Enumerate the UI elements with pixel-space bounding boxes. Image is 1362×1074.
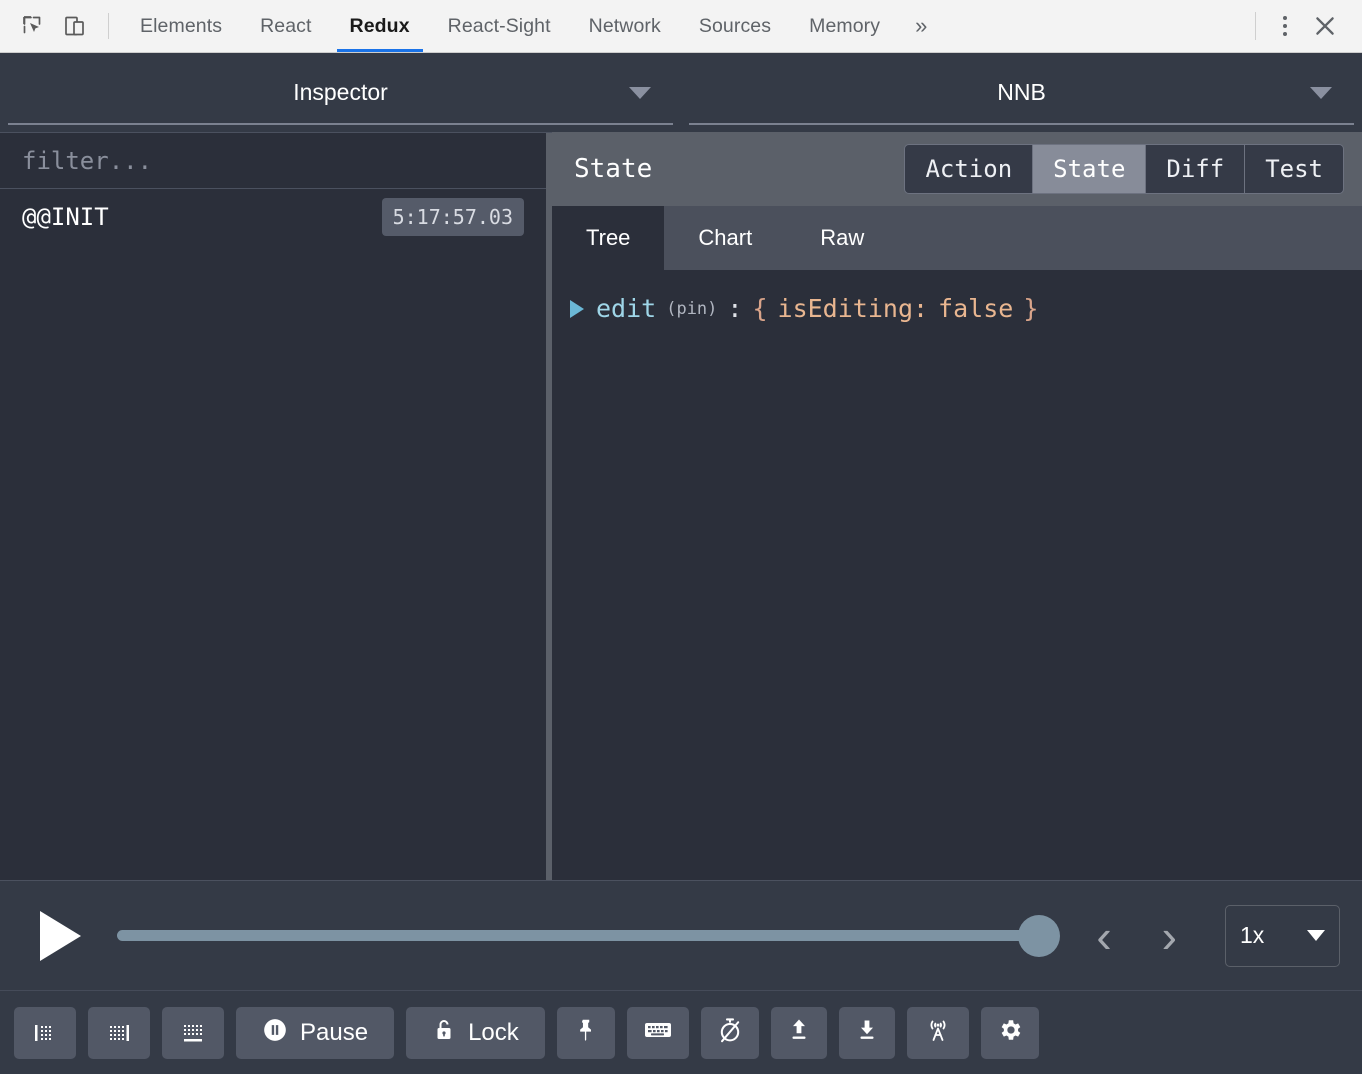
tree-node-open-brace: {	[752, 294, 768, 323]
state-view-subtabs: Tree Chart Raw	[552, 206, 1362, 270]
expand-arrow-icon[interactable]	[570, 299, 584, 318]
export-button[interactable]	[838, 1006, 895, 1059]
lock-icon	[432, 1017, 456, 1048]
dock-right-icon	[104, 1020, 134, 1046]
subtab-raw[interactable]: Raw	[786, 206, 898, 270]
tab-redux-label: Redux	[349, 14, 410, 37]
redux-devtools-window: Elements React Redux React-Sight Network…	[0, 0, 1362, 1074]
tab-test[interactable]: Test	[1245, 145, 1343, 193]
pin-button[interactable]	[556, 1006, 615, 1059]
tab-sources[interactable]: Sources	[680, 0, 790, 52]
tab-diff[interactable]: Diff	[1146, 145, 1246, 193]
remote-button[interactable]	[906, 1006, 969, 1059]
chevron-down-icon[interactable]	[1310, 86, 1332, 99]
tree-node-edit[interactable]: edit (pin) : { isEditing: false }	[570, 294, 1362, 323]
tree-node-key: edit	[596, 294, 657, 323]
slider-thumb[interactable]	[1018, 914, 1061, 957]
time-travel-player: ‹ › 1x	[0, 880, 1362, 990]
filter-row	[0, 133, 546, 189]
tab-network[interactable]: Network	[570, 0, 680, 52]
search-input[interactable]	[0, 133, 546, 188]
prev-action-icon[interactable]: ‹	[1082, 913, 1125, 959]
dock-left-icon	[30, 1020, 60, 1046]
download-icon	[855, 1017, 879, 1048]
tab-elements-label: Elements	[140, 14, 223, 37]
pause-button[interactable]: Pause	[236, 1006, 395, 1059]
panel-tabs: Elements React Redux React-Sight Network…	[121, 0, 943, 52]
dock-right-button[interactable]	[88, 1006, 150, 1059]
dock-bottom-icon	[178, 1020, 208, 1046]
tab-react[interactable]: React	[241, 0, 330, 52]
kebab-menu-icon[interactable]	[1268, 6, 1302, 46]
tab-sources-label: Sources	[698, 14, 772, 37]
action-timestamp: 5:17:57.03	[381, 198, 524, 236]
import-button[interactable]	[770, 1006, 827, 1059]
chevron-down-icon[interactable]	[1307, 930, 1325, 941]
gear-icon	[997, 1017, 1023, 1048]
settings-button[interactable]	[980, 1006, 1039, 1059]
toolbar-divider-right	[1255, 12, 1256, 40]
instance-selector[interactable]: NNB	[681, 53, 1362, 132]
inspector-selector[interactable]: Inspector	[0, 53, 681, 132]
play-icon[interactable]	[40, 910, 81, 961]
broadcast-icon	[923, 1016, 953, 1049]
inspector-body: @@INIT 5:17:57.03 State Action State Dif…	[0, 132, 1362, 880]
lock-button[interactable]: Lock	[406, 1006, 545, 1059]
next-action-icon[interactable]: ›	[1148, 913, 1191, 959]
timeline-slider[interactable]	[117, 914, 1061, 957]
instance-selector-label: NNB	[997, 79, 1046, 105]
more-tabs-icon[interactable]: »	[899, 0, 943, 52]
keyboard-button[interactable]	[626, 1006, 689, 1059]
tree-node-value: false	[938, 294, 1014, 323]
timer-off-icon	[717, 1016, 743, 1049]
tab-elements[interactable]: Elements	[121, 0, 241, 52]
tab-react-sight[interactable]: React-Sight	[429, 0, 570, 52]
toolbar-divider	[108, 13, 109, 39]
tab-memory-label: Memory	[809, 14, 881, 37]
playback-speed-value: 1x	[1240, 922, 1265, 948]
device-toolbar-icon[interactable]	[54, 5, 96, 47]
devtools-tab-bar: Elements React Redux React-Sight Network…	[0, 0, 1362, 53]
chevron-down-icon[interactable]	[629, 86, 651, 99]
tab-react-sight-label: React-Sight	[447, 14, 551, 37]
tab-redux[interactable]: Redux	[331, 0, 429, 52]
tab-network-label: Network	[588, 14, 661, 37]
tree-node-colon: :	[727, 294, 743, 323]
playback-speed-select[interactable]: 1x	[1225, 904, 1340, 967]
inspector-header: State Action State Diff Test	[552, 132, 1362, 206]
close-icon[interactable]	[1302, 5, 1348, 47]
state-inspector-pane: State Action State Diff Test Tree Chart …	[552, 132, 1362, 880]
list-item[interactable]: @@INIT 5:17:57.03	[0, 189, 546, 245]
inspector-selector-label: Inspector	[293, 79, 388, 105]
pause-button-label: Pause	[300, 1018, 369, 1046]
keyboard-icon	[643, 1019, 673, 1046]
action-name: @@INIT	[22, 203, 109, 231]
inspect-element-icon[interactable]	[12, 5, 54, 47]
tree-node-close-brace: }	[1023, 294, 1039, 323]
tab-memory[interactable]: Memory	[790, 0, 899, 52]
lock-button-label: Lock	[468, 1018, 519, 1046]
slider-track	[117, 930, 1039, 941]
bottom-toolbar: Pause Lock	[0, 990, 1362, 1074]
state-tree: edit (pin) : { isEditing: false }	[552, 270, 1362, 880]
upload-icon	[787, 1017, 811, 1048]
pin-icon	[573, 1017, 599, 1048]
devtools-bar-right	[1249, 5, 1348, 47]
tree-node-pin-label[interactable]: (pin)	[666, 299, 717, 319]
page-title: State	[574, 154, 653, 184]
dock-bottom-button[interactable]	[162, 1006, 224, 1059]
timer-off-button[interactable]	[700, 1006, 759, 1059]
action-list: @@INIT 5:17:57.03	[0, 189, 546, 880]
subtab-tree[interactable]: Tree	[552, 206, 665, 270]
monitor-selectors: Inspector NNB	[0, 53, 1362, 132]
pause-icon	[262, 1017, 288, 1048]
actions-pane: @@INIT 5:17:57.03	[0, 132, 546, 880]
tab-react-label: React	[260, 14, 312, 37]
dock-left-button[interactable]	[14, 1006, 76, 1059]
tab-action[interactable]: Action	[905, 145, 1034, 193]
inspector-tab-group: Action State Diff Test	[904, 144, 1344, 194]
tree-node-prop: isEditing:	[777, 294, 929, 323]
subtab-chart[interactable]: Chart	[664, 206, 786, 270]
tab-state[interactable]: State	[1033, 145, 1147, 193]
